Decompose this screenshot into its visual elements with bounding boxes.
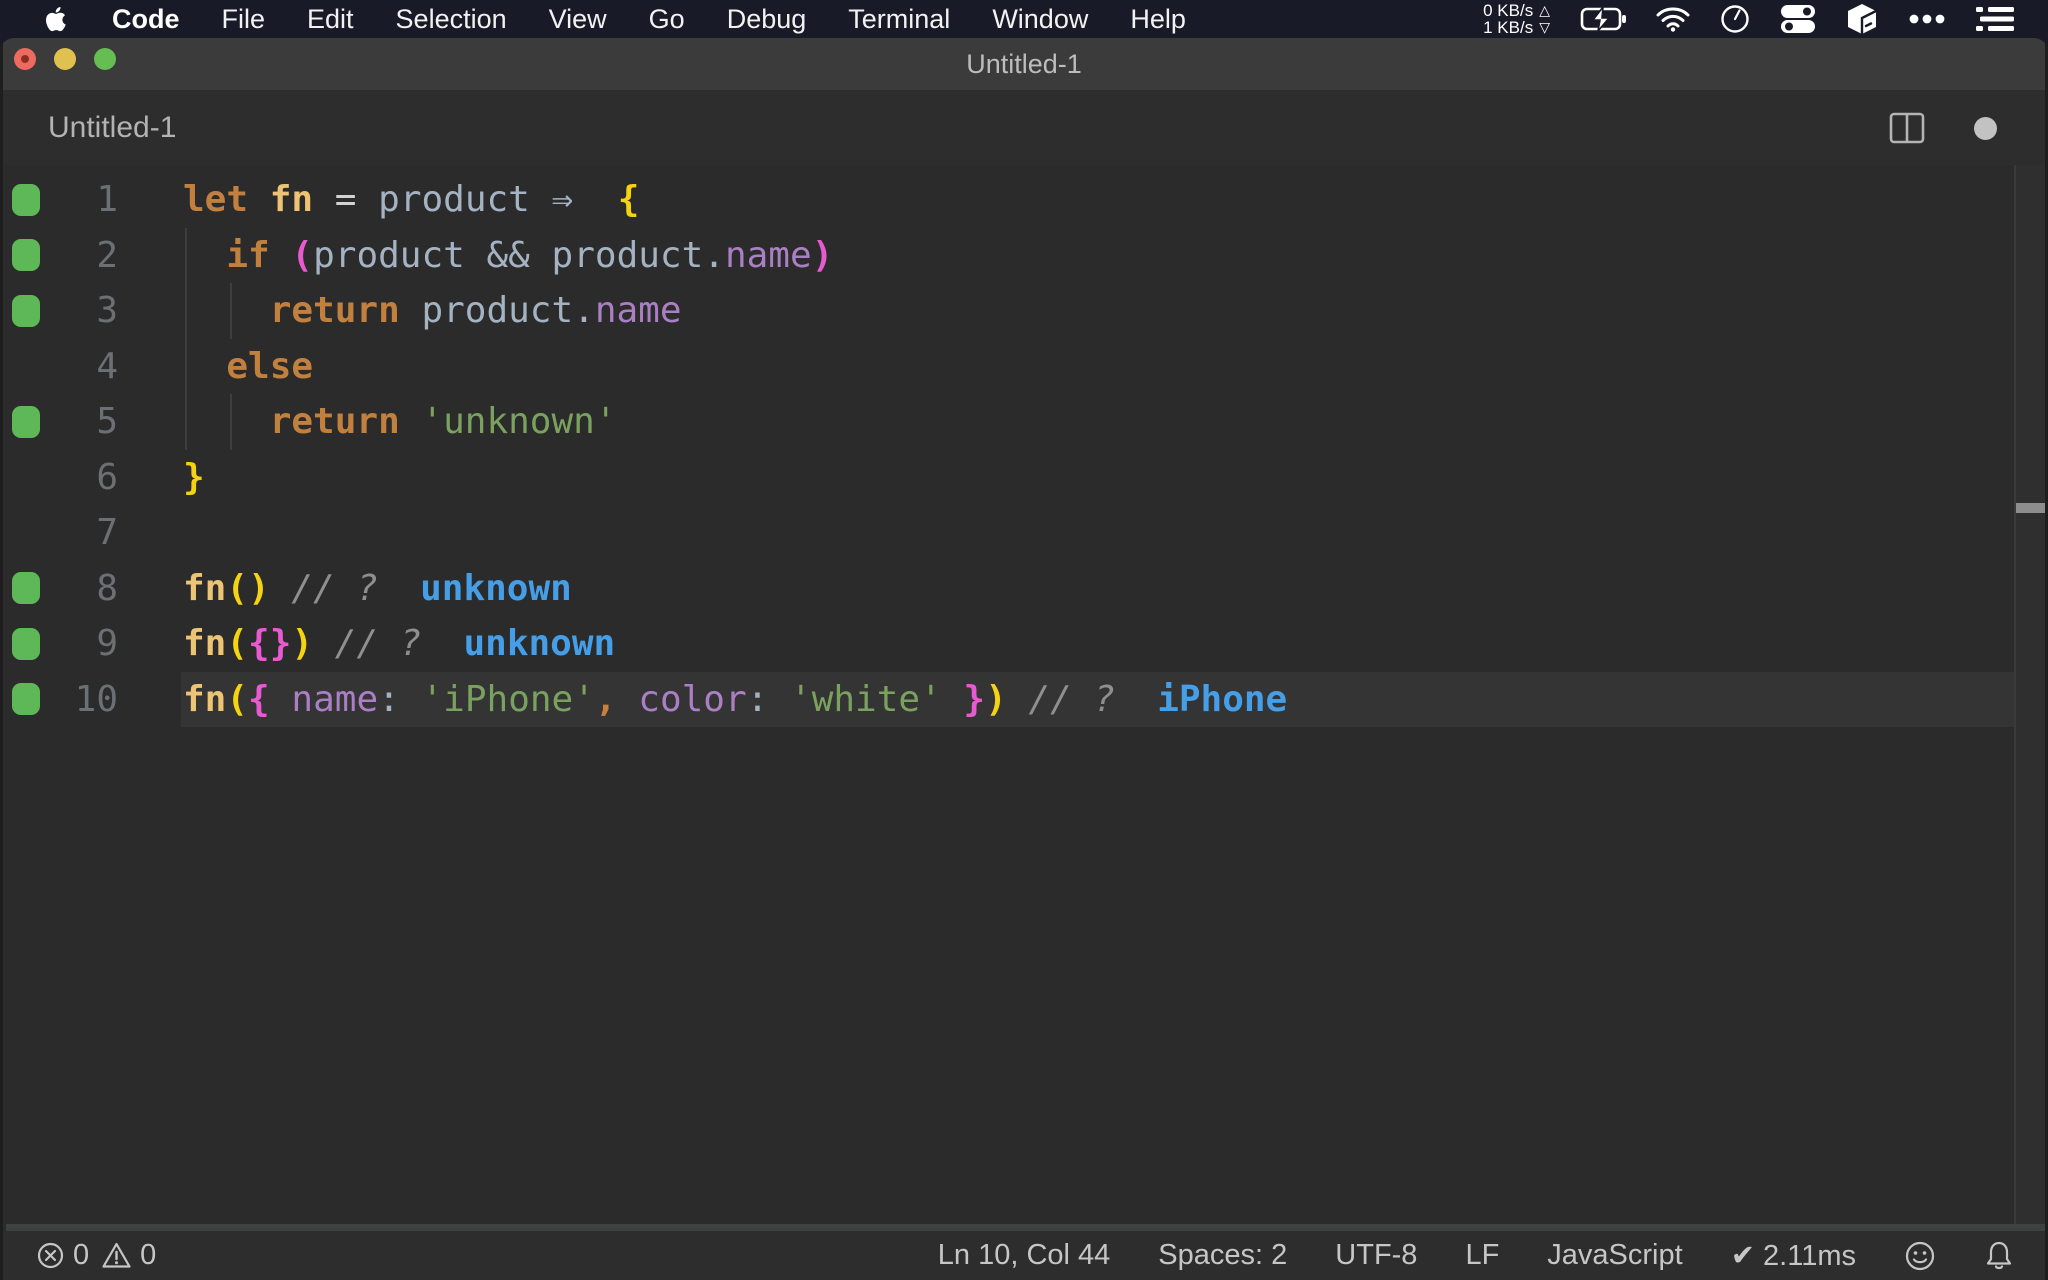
list-icon[interactable] xyxy=(1976,5,2014,33)
menu-bar-left: Code File Edit Selection View Go Debug Termina… xyxy=(0,4,1186,35)
indentation[interactable]: Spaces: 2 xyxy=(1158,1239,1287,1272)
code-text: if (product && product. name) xyxy=(226,234,834,276)
line-number: 9 xyxy=(96,623,118,665)
menu-go[interactable]: Go xyxy=(649,4,685,35)
menu-view[interactable]: View xyxy=(549,4,607,35)
code-text: } xyxy=(183,456,205,498)
horizontal-scrollbar[interactable] xyxy=(6,1224,2048,1231)
code-line-9[interactable]: 9 fn({}) // ? unknown xyxy=(0,616,2048,672)
menu-bar-status: 0 KB/s △ 1 KB/s ▽ xyxy=(1483,2,2048,36)
code-lines: 1 let fn = product ⇒ { 2 if (product && pr… xyxy=(0,172,2048,727)
app-window: Untitled-1 Untitled-1 1 let fn = product … xyxy=(0,38,2048,1280)
code-text: fn() // ? unknown xyxy=(183,567,572,609)
notifications-bell-icon[interactable] xyxy=(1984,1240,2014,1272)
code-text: else xyxy=(226,345,314,387)
menu-window[interactable]: Window xyxy=(992,4,1088,35)
code-line-8[interactable]: 8 fn() // ? unknown xyxy=(0,561,2048,617)
encoding[interactable]: UTF-8 xyxy=(1335,1239,1417,1272)
wifi-icon[interactable] xyxy=(1656,6,1690,32)
up-triangle-icon: △ xyxy=(1539,2,1550,18)
down-triangle-icon: ▽ xyxy=(1539,19,1550,35)
line-number: 7 xyxy=(96,512,118,554)
apple-menu-icon[interactable] xyxy=(44,4,70,34)
title-bar[interactable]: Untitled-1 xyxy=(0,38,2048,90)
inline-result: iPhone xyxy=(1157,678,1288,720)
menu-selection[interactable]: Selection xyxy=(396,4,507,35)
menu-items: File Edit Selection View Go Debug Terminal Wind… xyxy=(222,4,1186,35)
code-line-6[interactable]: 6} xyxy=(0,450,2048,506)
code-line-10[interactable]: 10 fn({ name: 'iPhone', color: 'white' })… xyxy=(0,671,2048,727)
status-bar-right: Ln 10, Col 44 Spaces: 2 UTF-8 LF JavaScript ✔… xyxy=(938,1238,2048,1273)
code-text: fn({}) // ? unknown xyxy=(183,623,616,665)
tab-untitled-1[interactable]: Untitled-1 xyxy=(48,90,176,165)
network-speed-indicator[interactable]: 0 KB/s △ 1 KB/s ▽ xyxy=(1483,2,1550,36)
scrollbar-track[interactable] xyxy=(2016,165,2048,1224)
warning-count: 0 xyxy=(140,1239,157,1271)
menu-help[interactable]: Help xyxy=(1130,4,1186,35)
code-line-2[interactable]: 2 if (product && product. name) xyxy=(0,227,2048,283)
inline-result: unknown xyxy=(420,567,572,609)
clock-icon[interactable] xyxy=(1720,4,1750,34)
line-number: 10 xyxy=(74,678,118,720)
code-text: fn({ name: 'iPhone', color: 'white' }) /… xyxy=(183,678,1288,720)
warning-icon xyxy=(101,1241,132,1270)
error-count: 0 xyxy=(73,1239,90,1271)
feedback-smiley-icon[interactable] xyxy=(1904,1240,1936,1272)
status-bar: 0 0 Ln 10, Col 44 Spaces: 2 UTF-8 LF JavaScr… xyxy=(0,1231,2048,1280)
line-number: 6 xyxy=(96,456,118,498)
code-text: return product. name xyxy=(269,290,682,332)
code-line-1[interactable]: 1 let fn = product ⇒ { xyxy=(0,172,2048,228)
code-text: let fn = product ⇒ { xyxy=(183,179,640,221)
code-line-3[interactable]: 3 return product. name xyxy=(0,283,2048,339)
line-number: 3 xyxy=(96,290,118,332)
screen: Code File Edit Selection View Go Debug Termina… xyxy=(0,0,2048,1280)
network-up-speed: 0 KB/s xyxy=(1483,1,1534,20)
menu-debug[interactable]: Debug xyxy=(727,4,807,35)
eol[interactable]: LF xyxy=(1465,1239,1499,1272)
line-number: 1 xyxy=(96,179,118,221)
menu-edit[interactable]: Edit xyxy=(307,4,354,35)
inline-result: unknown xyxy=(463,623,616,665)
toggles-icon[interactable] xyxy=(1780,4,1816,34)
menu-file[interactable]: File xyxy=(222,4,266,35)
menu-app[interactable]: Code xyxy=(112,4,180,35)
battery-charging-icon[interactable] xyxy=(1580,6,1626,32)
line-number: 5 xyxy=(96,401,118,443)
line-number: 2 xyxy=(96,234,118,276)
code-text: return 'unknown' xyxy=(269,401,617,443)
code-editor[interactable]: 1 let fn = product ⇒ { 2 if (product && pr… xyxy=(0,165,2048,1224)
line-number: 4 xyxy=(96,345,118,387)
menu-bar: Code File Edit Selection View Go Debug Termina… xyxy=(0,0,2048,38)
window-title: Untitled-1 xyxy=(966,48,1082,79)
code-line-7[interactable]: 7 xyxy=(0,505,2048,561)
scrollbar-separator xyxy=(2014,165,2016,1224)
language-mode[interactable]: JavaScript xyxy=(1547,1239,1682,1272)
cursor-position[interactable]: Ln 10, Col 44 xyxy=(938,1239,1111,1272)
error-icon xyxy=(36,1241,65,1270)
more-dots-icon[interactable] xyxy=(1908,13,1946,25)
quokka-time[interactable]: ✔ 2.11ms xyxy=(1731,1238,1856,1273)
network-down-speed: 1 KB/s xyxy=(1483,18,1534,37)
scrollbar-cursor-marker[interactable] xyxy=(2016,503,2048,513)
cube-icon[interactable] xyxy=(1846,3,1878,35)
menu-terminal[interactable]: Terminal xyxy=(848,4,950,35)
line-number: 8 xyxy=(96,567,118,609)
editor-header: Untitled-1 xyxy=(0,90,2048,165)
problems-indicator[interactable]: 0 0 xyxy=(0,1239,156,1272)
window-left-edge xyxy=(0,38,3,1280)
unsaved-changes-dot[interactable] xyxy=(1974,117,1997,140)
split-editor-icon[interactable] xyxy=(1889,112,1925,144)
code-line-5[interactable]: 5 return 'unknown' xyxy=(0,394,2048,450)
code-line-4[interactable]: 4 else xyxy=(0,338,2048,394)
